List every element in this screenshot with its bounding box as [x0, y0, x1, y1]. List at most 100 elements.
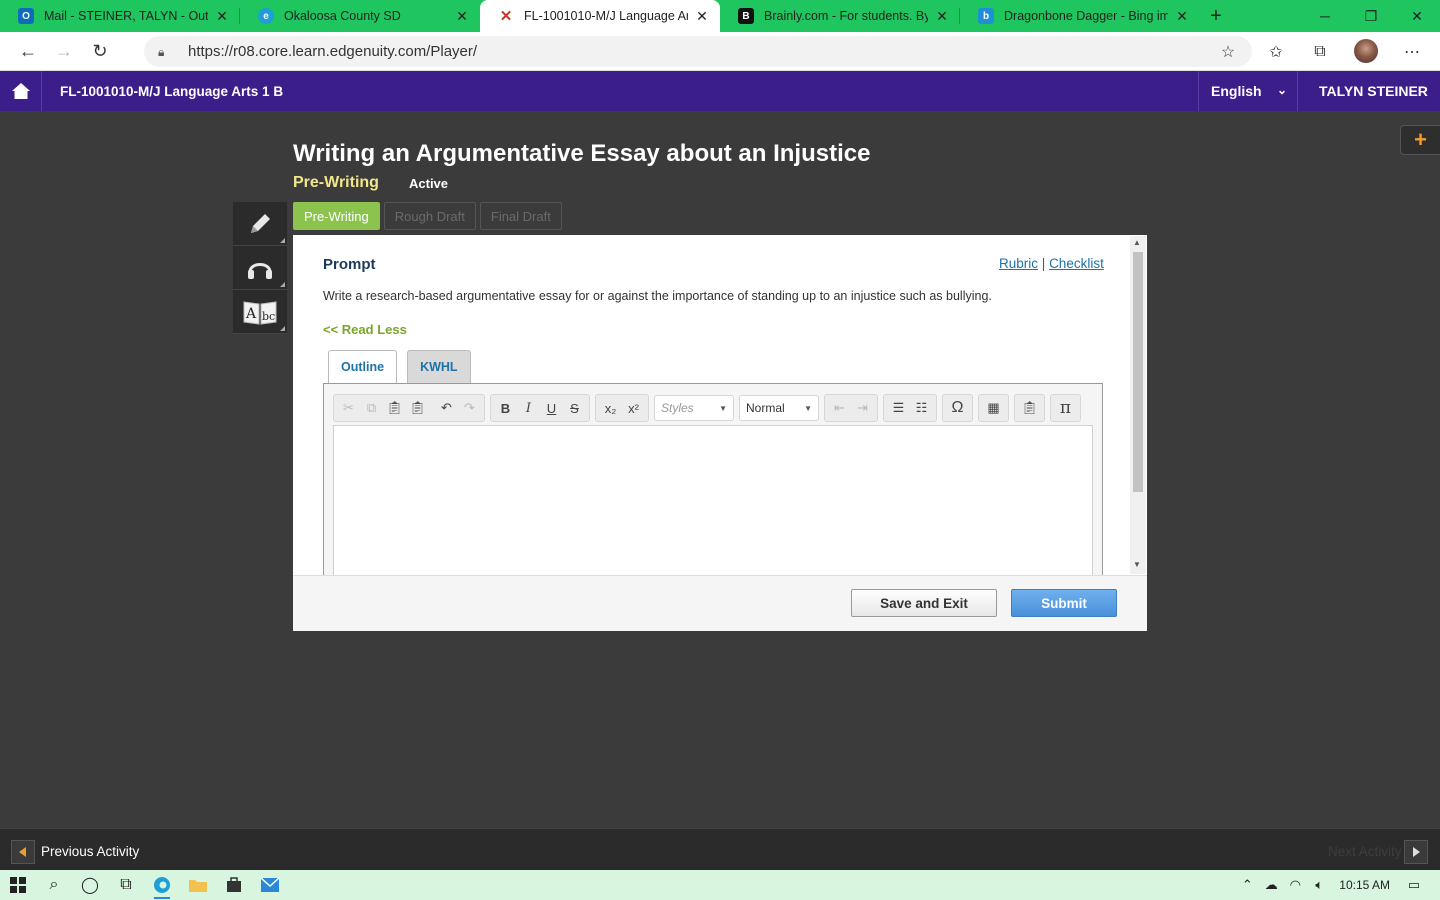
superscript-icon[interactable]: x² [622, 397, 645, 419]
page-title: Writing an Argumentative Essay about an … [293, 140, 871, 167]
forward-icon[interactable]: → [46, 35, 82, 67]
cortana-icon[interactable]: ◯ [72, 870, 108, 900]
chevron-up-icon[interactable]: ⌃ [1235, 877, 1259, 893]
bulleted-list-icon[interactable]: ☷ [910, 397, 933, 419]
checklist-link[interactable]: Checklist [1049, 256, 1104, 271]
stage-pre-writing[interactable]: Pre-Writing [293, 202, 380, 230]
panel-scrollbar[interactable]: ▲ ▼ [1130, 236, 1146, 574]
previous-activity-label[interactable]: Previous Activity [41, 844, 139, 859]
address-bar: ← → ↻ 🔒︎ https://r08.core.learn.edgenuit… [0, 32, 1440, 71]
stage-rough-draft[interactable]: Rough Draft [383, 202, 476, 230]
back-icon[interactable]: ← [10, 35, 46, 67]
rubric-link[interactable]: Rubric [999, 256, 1038, 271]
table-icon[interactable]: ▦ [982, 397, 1005, 419]
format-select[interactable]: Normal ▼ [739, 395, 819, 421]
italic-icon[interactable]: I [517, 397, 540, 419]
styles-select[interactable]: Styles ▼ [654, 395, 734, 421]
favorites-icon[interactable]: ✩ [1260, 36, 1292, 68]
next-activity-button[interactable] [1404, 840, 1428, 864]
copy-icon[interactable]: ⧉ [360, 397, 383, 419]
save-and-exit-button[interactable]: Save and Exit [851, 589, 997, 617]
bing-icon: b [978, 8, 994, 24]
close-icon[interactable]: ✕ [934, 8, 950, 25]
svg-text:A: A [245, 306, 257, 322]
next-activity-label[interactable]: Next Activity [1328, 844, 1402, 859]
add-favorite-icon[interactable]: ☆ [1212, 36, 1244, 68]
home-icon[interactable] [0, 71, 42, 111]
plus-icon[interactable]: + [1400, 125, 1440, 155]
headphones-icon [248, 262, 272, 279]
omega-icon[interactable]: Ω [946, 397, 969, 419]
notification-icon[interactable]: ▭ [1402, 877, 1426, 893]
tab-outline[interactable]: Outline [328, 350, 398, 383]
format-group: B I U S [490, 394, 590, 422]
pi-icon[interactable]: π [1054, 397, 1077, 419]
paste-text-icon[interactable]: 📋︎ [406, 397, 429, 419]
paste-word-icon[interactable]: 📋︎ [1018, 397, 1041, 419]
restore-icon[interactable]: ❐ [1348, 0, 1394, 32]
windows-start-icon[interactable] [0, 870, 36, 900]
previous-activity-button[interactable] [11, 840, 35, 864]
audio-tool[interactable] [233, 246, 287, 290]
more-icon[interactable]: ⋯ [1396, 36, 1428, 68]
store-icon[interactable] [216, 870, 252, 900]
read-less-link[interactable]: << Read Less [323, 322, 407, 337]
collections-icon[interactable]: ⧉ [1304, 36, 1336, 68]
search-icon[interactable]: ⌕ [36, 870, 72, 900]
undo-icon[interactable]: ↶ [435, 397, 458, 419]
new-tab-button[interactable]: + [1200, 0, 1232, 32]
link-separator: | [1041, 256, 1046, 271]
submit-button[interactable]: Submit [1011, 589, 1117, 617]
url-field[interactable]: 🔒︎ https://r08.core.learn.edgenuity.com/… [144, 36, 1252, 67]
scroll-thumb[interactable] [1133, 252, 1143, 492]
tab-label: Dragonbone Dagger - Bing imag [1004, 9, 1168, 23]
browser-tab-okaloosa[interactable]: e Okaloosa County SD ✕ [240, 0, 480, 32]
profile-avatar[interactable] [1354, 39, 1378, 63]
browser-tab-outlook[interactable]: O Mail - STEINER, TALYN - Outlook ✕ [0, 0, 240, 32]
browser-tab-edgenuity[interactable]: ✕ FL-1001010-M/J Language Arts 1 ✕ [480, 0, 720, 32]
refresh-icon[interactable]: ↻ [82, 35, 118, 67]
arrow-left-icon [19, 847, 26, 857]
close-icon[interactable]: ✕ [214, 8, 230, 25]
redo-icon[interactable]: ↷ [458, 397, 481, 419]
pencil-tool[interactable] [233, 202, 287, 246]
strikethrough-icon[interactable]: S [563, 397, 586, 419]
underline-icon[interactable]: U [540, 397, 563, 419]
clock[interactable]: 10:15 AM [1339, 878, 1390, 892]
onedrive-icon[interactable]: ☁ [1259, 877, 1283, 893]
edge-taskbar-icon[interactable] [144, 870, 180, 900]
task-view-icon[interactable]: ⧉ [108, 870, 144, 900]
outline-editor-area[interactable] [333, 425, 1093, 575]
close-window-icon[interactable]: ✕ [1394, 0, 1440, 32]
phase-label: Pre-Writing [293, 174, 379, 191]
file-explorer-icon[interactable] [180, 870, 216, 900]
stage-final-draft[interactable]: Final Draft [479, 202, 562, 230]
browser-tab-bing[interactable]: b Dragonbone Dagger - Bing imag ✕ [960, 0, 1200, 32]
cut-icon[interactable]: ✂ [337, 397, 360, 419]
volume-icon[interactable]: 🔈︎ [1307, 877, 1331, 893]
table-group: ▦ [978, 394, 1009, 422]
close-icon[interactable]: ✕ [694, 8, 710, 25]
arrow-right-icon [1413, 847, 1420, 857]
browser-tab-brainly[interactable]: B Brainly.com - For students. By st ✕ [720, 0, 960, 32]
close-icon[interactable]: ✕ [454, 8, 470, 25]
paste-icon[interactable]: 📋︎ [383, 397, 406, 419]
tab-kwhl[interactable]: KWHL [407, 350, 471, 383]
indent-group: ⇤ ⇥ [824, 394, 878, 422]
wifi-icon[interactable]: ◠ [1283, 877, 1307, 893]
chevron-down-icon: ▼ [719, 403, 727, 413]
close-icon[interactable]: ✕ [1174, 8, 1190, 25]
language-select[interactable]: English ⌄ [1198, 71, 1298, 111]
scroll-down-icon[interactable]: ▼ [1133, 560, 1141, 569]
numbered-list-icon[interactable]: ☰ [887, 397, 910, 419]
outdent-icon[interactable]: ⇤ [828, 397, 851, 419]
mail-icon[interactable] [252, 870, 288, 900]
indent-icon[interactable]: ⇥ [851, 397, 874, 419]
dictionary-tool[interactable]: Abc [233, 290, 287, 334]
windows-taskbar: ⌕ ◯ ⧉ ⌃ ☁ ◠ 🔈︎ 10:15 AM ▭ [0, 870, 1440, 900]
scroll-up-icon[interactable]: ▲ [1133, 238, 1141, 247]
bold-icon[interactable]: B [494, 397, 517, 419]
minimize-icon[interactable]: ─ [1302, 0, 1348, 32]
script-group: x₂ x² [595, 394, 649, 422]
subscript-icon[interactable]: x₂ [599, 397, 622, 419]
